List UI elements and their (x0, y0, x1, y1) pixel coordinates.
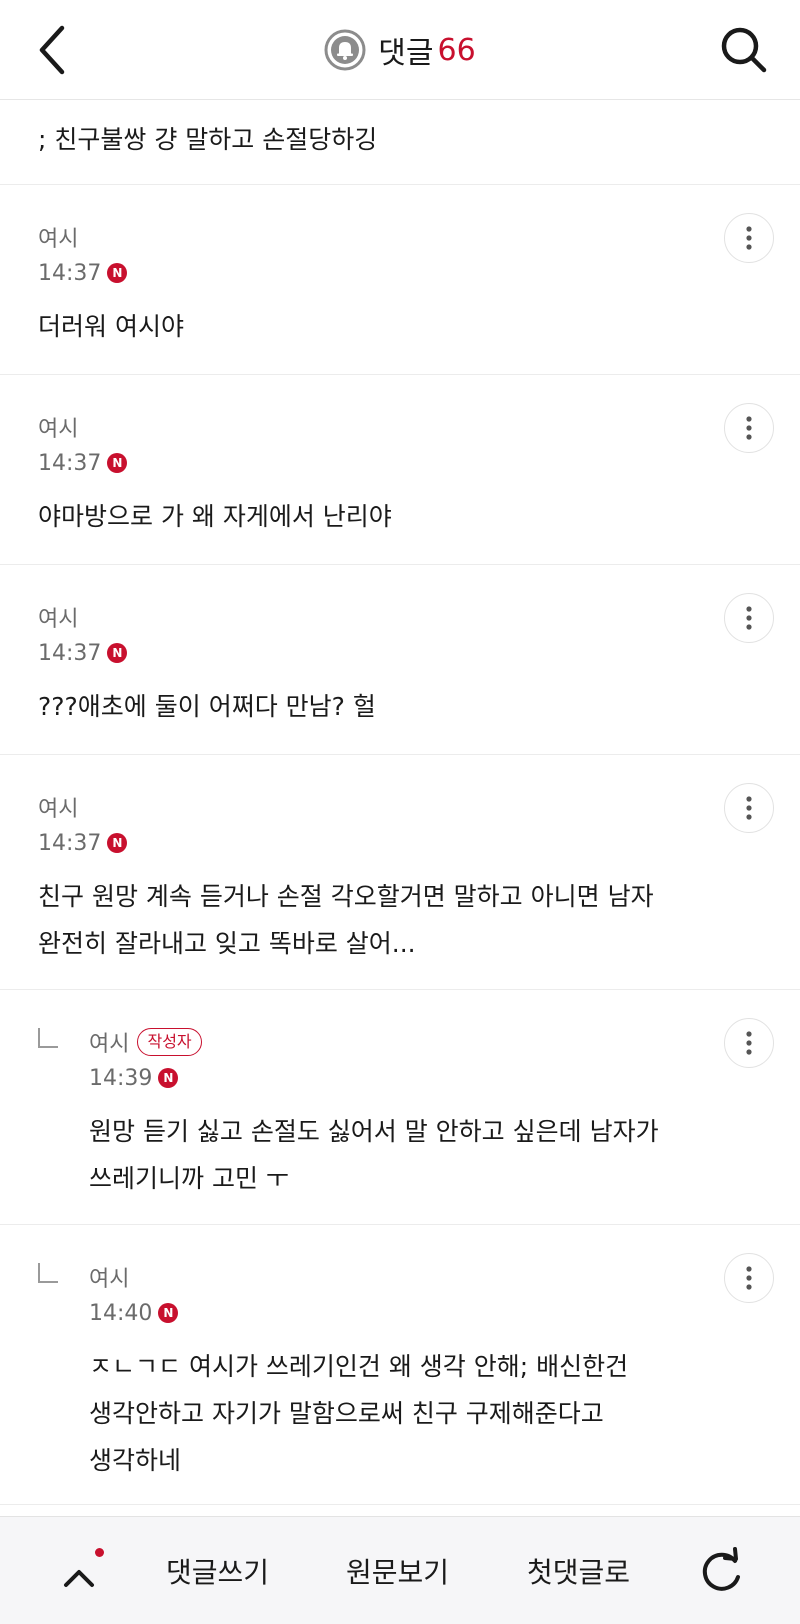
bottom-toolbar: 댓글쓰기 원문보기 첫댓글로 (0, 1516, 800, 1624)
bell-icon[interactable] (324, 29, 366, 71)
comment-text: 야마방으로 가 왜 자게에서 난리야 (38, 502, 392, 531)
comment-time: 14:37 (38, 640, 102, 666)
comment-text-line: 완전히 잘라내고 잊고 똑바로 살어... (38, 929, 416, 958)
comment-author[interactable]: 여시 (89, 1261, 129, 1293)
view-original-button[interactable]: 원문보기 (346, 1551, 449, 1591)
comment-text: ㅈㄴㄱㄷ 여시가 쓰레기인건 왜 생각 안해; 배신한건 생각안하고 자기가 말… (89, 1343, 700, 1500)
comment-author[interactable]: 여시 (38, 411, 78, 443)
comment-item: 여시 14:37 N 친구 원망 계속 듣거나 손절 각오할거면 말하고 아니면… (0, 755, 800, 990)
refresh-icon (702, 1547, 740, 1591)
more-options-button[interactable] (724, 593, 774, 643)
comment-time: 14:39 (89, 1065, 153, 1091)
comment-time: 14:37 (38, 830, 102, 856)
comment-text: 더러워 여시야 (38, 312, 184, 341)
reply-item: 여시 작성자 14:39 N 원망 듣기 싫고 손절도 싫어서 말 안하고 싶은… (0, 990, 800, 1225)
comment-author[interactable]: 여시 (89, 1026, 129, 1058)
new-badge-icon: N (107, 643, 128, 663)
comment-time: 14:37 (38, 260, 102, 286)
write-comment-button[interactable]: 댓글쓰기 (166, 1551, 269, 1591)
comment-item: 여시 14:37 N 야마방으로 가 왜 자게에서 난리야 (0, 375, 800, 565)
author-badge: 작성자 (137, 1028, 202, 1056)
comment-author[interactable]: 여시 (38, 221, 78, 253)
more-vertical-icon (746, 226, 752, 250)
top-bar: 댓글 66 (0, 0, 800, 100)
comment-item: 여시 14:37 N ???애초에 둘이 어쩌다 만남? 헐 (0, 565, 800, 755)
comment-text-snippet: ; 친구불쌍 걍 말하고 손절당하깅 (0, 100, 800, 185)
comment-text-line: 친구 원망 계속 듣거나 손절 각오할거면 말하고 아니면 남자 (38, 882, 654, 911)
more-options-button[interactable] (724, 783, 774, 833)
comment-item: 여시 14:37 N 더러워 여시야 (0, 185, 800, 375)
new-badge-icon: N (107, 453, 128, 473)
new-badge-icon: N (158, 1068, 179, 1088)
comment-time: 14:37 (38, 450, 102, 476)
notification-dot (95, 1548, 104, 1557)
more-options-button[interactable] (724, 403, 774, 453)
comment-time: 14:40 (89, 1300, 153, 1326)
comment-text-line: 생각하네 (89, 1446, 182, 1475)
more-vertical-icon (746, 606, 752, 630)
scroll-top-button[interactable] (58, 1545, 114, 1601)
more-vertical-icon (746, 416, 752, 440)
first-comment-button[interactable]: 첫댓글로 (527, 1551, 630, 1591)
more-vertical-icon (746, 1266, 752, 1290)
comment-text: 원망 듣기 싫고 손절도 싫어서 말 안하고 싶은데 남자가 쓰레기니까 고민 … (89, 1108, 700, 1218)
search-icon (721, 27, 767, 73)
more-options-button[interactable] (724, 1018, 774, 1068)
comment-author[interactable]: 여시 (38, 791, 78, 823)
comment-text: ???애초에 둘이 어쩌다 만남? 헐 (38, 692, 376, 721)
reply-arrow-icon (38, 1263, 58, 1283)
comment-text-line: 생각안하고 자기가 말함으로써 친구 구제해준다고 (89, 1399, 604, 1428)
comment-author[interactable]: 여시 (38, 601, 78, 633)
comment-text-line: ㅈㄴㄱㄷ 여시가 쓰레기인건 왜 생각 안해; 배신한건 (89, 1352, 629, 1381)
new-badge-icon: N (107, 833, 128, 853)
page-title: 댓글 66 (0, 0, 800, 100)
more-vertical-icon (746, 796, 752, 820)
title-label: 댓글 (378, 36, 434, 71)
more-options-button[interactable] (724, 1253, 774, 1303)
new-badge-icon: N (158, 1303, 179, 1323)
comment-text: 친구 원망 계속 듣거나 손절 각오할거면 말하고 아니면 남자 완전히 잘라내… (38, 873, 700, 983)
search-button[interactable] (716, 22, 772, 78)
refresh-button[interactable] (697, 1547, 747, 1597)
chevron-up-icon (64, 1570, 94, 1587)
comment-count: 66 (437, 32, 476, 68)
more-vertical-icon (746, 1031, 752, 1055)
reply-item: 여시 14:40 N ㅈㄴㄱㄷ 여시가 쓰레기인건 왜 생각 안해; 배신한건 … (0, 1225, 800, 1505)
comment-text-line: 원망 듣기 싫고 손절도 싫어서 말 안하고 싶은데 남자가 (89, 1117, 659, 1146)
comment-list: ; 친구불쌍 걍 말하고 손절당하깅 여시 14:37 N 더러워 여시야 여시… (0, 100, 800, 1505)
comment-text-line: 쓰레기니까 고민 ㅜ (89, 1164, 289, 1193)
reply-arrow-icon (38, 1028, 58, 1048)
new-badge-icon: N (107, 263, 128, 283)
more-options-button[interactable] (724, 213, 774, 263)
